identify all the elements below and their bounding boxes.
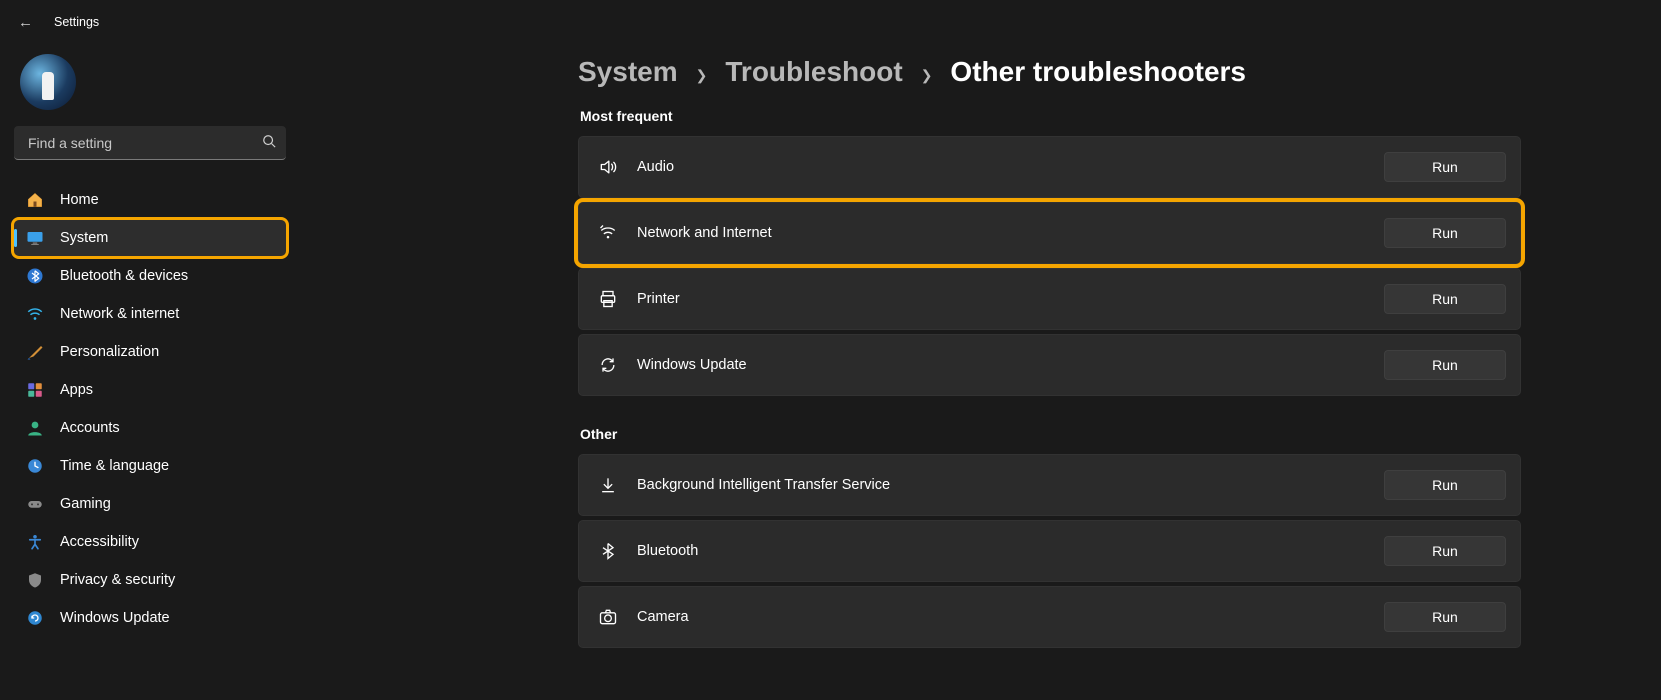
section-header-other: Other [580, 426, 1521, 442]
sidebar: Home System Bluetooth & devices Network … [0, 44, 300, 700]
sidebar-item-time[interactable]: Time & language [14, 448, 286, 484]
troubleshooter-row-bluetooth[interactable]: Bluetooth Run [578, 520, 1521, 582]
sidebar-item-home[interactable]: Home [14, 182, 286, 218]
section-header-most-frequent: Most frequent [580, 108, 1521, 124]
sidebar-item-label: System [60, 230, 108, 246]
breadcrumb-system[interactable]: System [578, 56, 678, 88]
sidebar-item-label: Gaming [60, 496, 111, 512]
sidebar-item-label: Privacy & security [60, 572, 175, 588]
bluetooth-icon [597, 540, 619, 562]
sidebar-item-winupdate[interactable]: Windows Update [14, 600, 286, 636]
bluetooth-icon [26, 267, 44, 285]
person-icon [26, 419, 44, 437]
search-icon [262, 134, 276, 151]
sidebar-item-label: Personalization [60, 344, 159, 360]
window-title: Settings [54, 15, 99, 29]
troubleshooter-row-winupdate[interactable]: Windows Update Run [578, 334, 1521, 396]
search-input[interactable] [28, 135, 262, 151]
sidebar-item-label: Windows Update [60, 610, 170, 626]
avatar[interactable] [20, 54, 76, 110]
back-button[interactable]: ← [18, 14, 34, 31]
sidebar-item-apps[interactable]: Apps [14, 372, 286, 408]
content-area: Home System Bluetooth & devices Network … [0, 44, 1661, 700]
sidebar-item-label: Bluetooth & devices [60, 268, 188, 284]
troubleshooter-label: Camera [637, 609, 1384, 625]
run-button[interactable]: Run [1384, 218, 1506, 248]
troubleshooter-label: Background Intelligent Transfer Service [637, 477, 1384, 493]
wifi-icon [26, 305, 44, 323]
system-icon [26, 229, 44, 247]
breadcrumb: System ❯ Troubleshoot ❯ Other troublesho… [578, 56, 1521, 88]
troubleshooter-label: Audio [637, 159, 1384, 175]
troubleshooter-list-other: Background Intelligent Transfer Service … [578, 454, 1521, 648]
run-button[interactable]: Run [1384, 536, 1506, 566]
sidebar-item-accounts[interactable]: Accounts [14, 410, 286, 446]
run-button[interactable]: Run [1384, 284, 1506, 314]
refresh-icon [597, 354, 619, 376]
audio-icon [597, 156, 619, 178]
breadcrumb-troubleshoot[interactable]: Troubleshoot [725, 56, 902, 88]
network-icon [597, 222, 619, 244]
sidebar-item-network[interactable]: Network & internet [14, 296, 286, 332]
camera-icon [597, 606, 619, 628]
nav-list: Home System Bluetooth & devices Network … [14, 182, 286, 636]
titlebar: ← Settings [0, 0, 1661, 44]
home-icon [26, 191, 44, 209]
sidebar-item-accessibility[interactable]: Accessibility [14, 524, 286, 560]
shield-icon [26, 571, 44, 589]
download-icon [597, 474, 619, 496]
sidebar-item-gaming[interactable]: Gaming [14, 486, 286, 522]
run-button[interactable]: Run [1384, 470, 1506, 500]
sidebar-item-label: Accessibility [60, 534, 139, 550]
clock-icon [26, 457, 44, 475]
breadcrumb-current: Other troubleshooters [950, 56, 1246, 88]
main-panel: System ❯ Troubleshoot ❯ Other troublesho… [300, 44, 1661, 700]
sidebar-item-label: Home [60, 192, 99, 208]
sidebar-item-system[interactable]: System [14, 220, 286, 256]
troubleshooter-row-audio[interactable]: Audio Run [578, 136, 1521, 198]
troubleshooter-list-most-frequent: Audio Run Network and Internet Run Print… [578, 136, 1521, 396]
sidebar-item-personalization[interactable]: Personalization [14, 334, 286, 370]
run-button[interactable]: Run [1384, 152, 1506, 182]
chevron-right-icon: ❯ [921, 67, 933, 84]
troubleshooter-label: Bluetooth [637, 543, 1384, 559]
printer-icon [597, 288, 619, 310]
accessibility-icon [26, 533, 44, 551]
search-box[interactable] [14, 126, 286, 160]
chevron-right-icon: ❯ [696, 67, 708, 84]
troubleshooter-label: Printer [637, 291, 1384, 307]
sidebar-item-label: Accounts [60, 420, 120, 436]
gamepad-icon [26, 495, 44, 513]
sidebar-item-label: Network & internet [60, 306, 179, 322]
troubleshooter-row-bits[interactable]: Background Intelligent Transfer Service … [578, 454, 1521, 516]
run-button[interactable]: Run [1384, 602, 1506, 632]
paintbrush-icon [26, 343, 44, 361]
troubleshooter-row-network[interactable]: Network and Internet Run [578, 202, 1521, 264]
run-button[interactable]: Run [1384, 350, 1506, 380]
update-icon [26, 609, 44, 627]
troubleshooter-row-printer[interactable]: Printer Run [578, 268, 1521, 330]
troubleshooter-row-camera[interactable]: Camera Run [578, 586, 1521, 648]
apps-icon [26, 381, 44, 399]
sidebar-item-privacy[interactable]: Privacy & security [14, 562, 286, 598]
troubleshooter-label: Network and Internet [637, 225, 1384, 241]
sidebar-item-label: Apps [60, 382, 93, 398]
sidebar-item-bluetooth[interactable]: Bluetooth & devices [14, 258, 286, 294]
troubleshooter-label: Windows Update [637, 357, 1384, 373]
sidebar-item-label: Time & language [60, 458, 169, 474]
